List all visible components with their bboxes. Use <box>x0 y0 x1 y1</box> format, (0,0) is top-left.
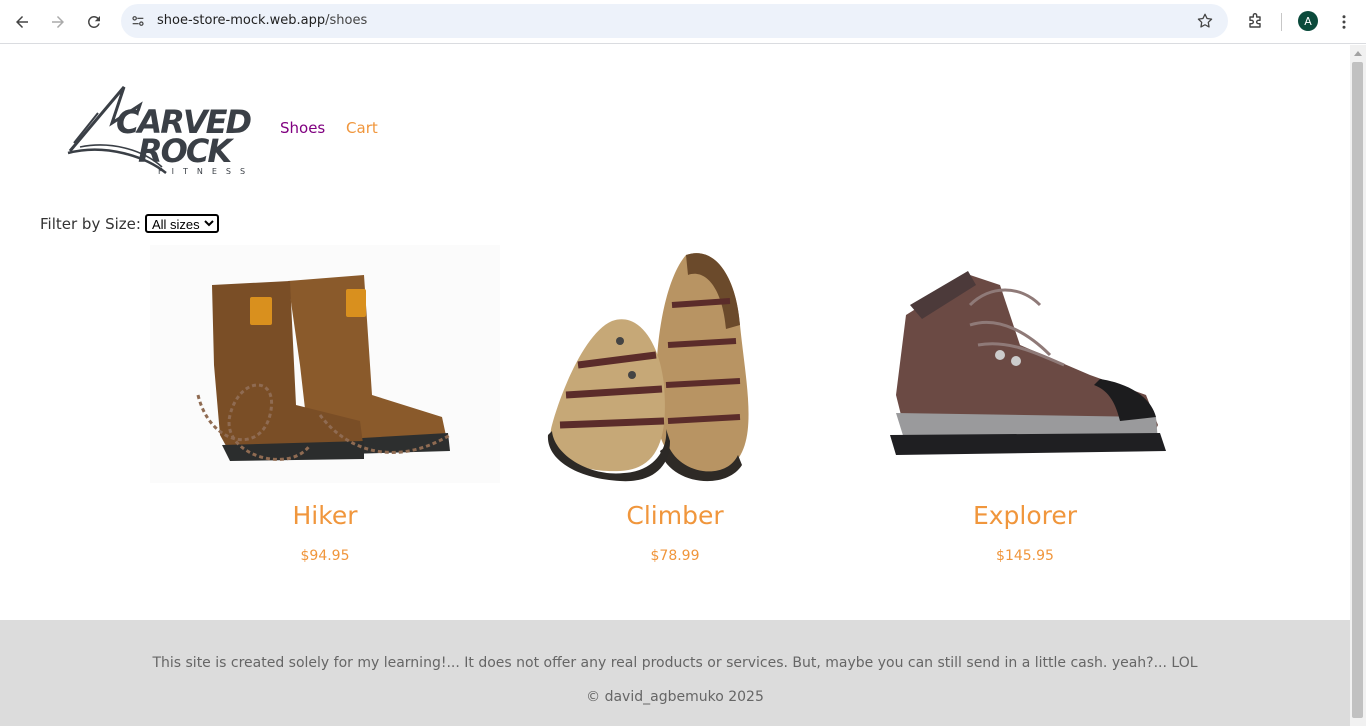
url-host: shoe-store-mock.web.app <box>157 13 326 28</box>
reload-icon <box>87 15 100 28</box>
profile-avatar[interactable]: A <box>1298 11 1318 31</box>
back-button[interactable] <box>8 8 36 36</box>
product-name[interactable]: Hiker <box>150 501 500 530</box>
product-price: $94.95 <box>300 548 350 564</box>
browser-menu-button[interactable] <box>1334 8 1354 36</box>
hiking-boot-image[interactable] <box>850 245 1200 483</box>
site-nav: Shoes Cart <box>280 119 394 137</box>
filter-label: Filter by Size: <box>40 214 141 233</box>
page-scrollbar[interactable] <box>1350 45 1366 726</box>
footer-note: This site is created solely for my learn… <box>152 655 1198 671</box>
scroll-up-arrow-icon[interactable] <box>1354 51 1362 56</box>
url-path: /shoes <box>325 13 368 28</box>
size-filter: Filter by Size: All sizes <box>40 214 219 233</box>
product-card[interactable]: Hiker $94.95 <box>150 245 500 564</box>
product-name[interactable]: Explorer <box>850 501 1200 530</box>
reload-button[interactable] <box>80 8 108 36</box>
arrow-right-icon <box>52 16 64 28</box>
url-text: shoe-store-mock.web.app/shoes <box>157 13 367 28</box>
footer-copyright: © david_agbemuko 2025 <box>586 689 764 705</box>
sandals-image[interactable] <box>500 245 850 483</box>
scroll-thumb[interactable] <box>1352 62 1363 718</box>
svg-text:ROCK: ROCK <box>138 132 234 170</box>
nav-link-shoes[interactable]: Shoes <box>280 119 325 137</box>
carved-rock-logo[interactable]: CARVED ROCK FITNESS <box>66 83 258 176</box>
site-settings-icon[interactable] <box>129 12 147 30</box>
product-card[interactable]: Explorer $145.95 <box>850 245 1200 564</box>
product-price: $145.95 <box>996 548 1054 564</box>
browser-toolbar: shoe-store-mock.web.app/shoes A <box>0 0 1366 44</box>
forward-button[interactable] <box>44 8 72 36</box>
extensions-button[interactable] <box>1241 8 1269 36</box>
product-name[interactable]: Climber <box>500 501 850 530</box>
size-select[interactable]: All sizes <box>144 214 219 233</box>
address-bar[interactable]: shoe-store-mock.web.app/shoes <box>121 4 1228 38</box>
hiking-boots-image[interactable] <box>150 245 500 483</box>
more-vertical-icon <box>1342 15 1346 29</box>
product-card[interactable]: Climber $78.99 <box>500 245 850 564</box>
product-price: $78.99 <box>650 548 700 564</box>
bookmark-star-icon[interactable] <box>1196 12 1214 30</box>
nav-link-cart[interactable]: Cart <box>346 119 378 137</box>
svg-text:FITNESS: FITNESS <box>158 167 254 175</box>
page-content: CARVED ROCK FITNESS Shoes Cart Filter by… <box>0 45 1350 726</box>
arrow-left-icon <box>16 16 28 28</box>
toolbar-divider <box>1281 13 1282 31</box>
site-footer: This site is created solely for my learn… <box>0 620 1350 726</box>
puzzle-icon <box>1249 13 1261 28</box>
